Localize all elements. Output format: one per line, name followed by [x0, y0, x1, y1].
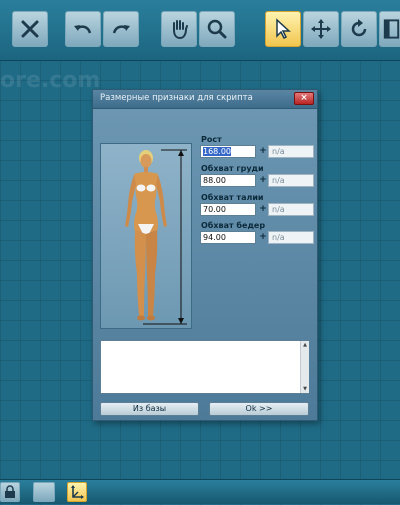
magnifier-icon	[207, 19, 227, 39]
toolbar-group-history	[65, 11, 139, 49]
from-database-button[interactable]: Из базы	[100, 402, 199, 416]
undo-button[interactable]	[65, 11, 101, 47]
panel-button[interactable]	[379, 11, 400, 47]
scroll-up-arrow-icon[interactable]: ▲	[301, 342, 309, 348]
chest-input[interactable]: 88.00	[200, 174, 256, 187]
toolbar-group-close	[12, 11, 48, 49]
pan-button[interactable]	[161, 11, 197, 47]
bottom-toolbar	[0, 479, 400, 504]
panel-icon	[383, 19, 400, 39]
axis-button[interactable]	[67, 482, 87, 502]
redo-icon	[112, 25, 130, 34]
lock-button[interactable]	[0, 482, 20, 502]
hips-na-field[interactable]: n/a	[268, 231, 314, 244]
arrow-select-icon	[276, 18, 291, 40]
hips-input[interactable]: 94.00	[200, 231, 256, 244]
dialog-titlebar[interactable]: Размерные признаки для скрипта ×	[93, 90, 317, 109]
axis-icon	[71, 485, 84, 499]
hips-plus[interactable]: +	[259, 232, 267, 242]
waist-na-field[interactable]: n/a	[268, 203, 314, 216]
chest-na-field[interactable]: n/a	[268, 174, 314, 187]
body-figure-panel	[100, 143, 192, 329]
female-figure-illustration	[125, 149, 187, 325]
hand-pan-icon	[173, 20, 188, 40]
waist-label: Обхват талии	[201, 193, 264, 202]
toolbar-group-transform	[265, 11, 400, 49]
chest-plus[interactable]: +	[259, 175, 267, 185]
select-button[interactable]	[265, 11, 301, 47]
zoom-button[interactable]	[199, 11, 235, 47]
lock-icon	[5, 485, 15, 498]
top-toolbar	[0, 0, 400, 61]
hips-label: Обхват бедер	[201, 221, 266, 230]
blank-button-1[interactable]	[33, 482, 55, 502]
move-cross-icon	[311, 19, 331, 39]
scroll-down-arrow-icon[interactable]: ▼	[301, 386, 309, 392]
close-x-icon	[21, 20, 39, 38]
measurements-dialog: Размерные признаки для скрипта × Рост 16…	[92, 89, 318, 421]
dialog-title: Размерные признаки для скрипта	[100, 93, 253, 103]
dialog-close-button[interactable]: ×	[294, 92, 314, 105]
undo-icon	[74, 25, 92, 34]
ok-button[interactable]: Ok >>	[209, 402, 309, 416]
height-input[interactable]: 168.00	[200, 145, 256, 158]
toolbar-group-view	[161, 11, 235, 49]
waist-plus[interactable]: +	[259, 204, 267, 214]
height-na-field[interactable]: n/a	[268, 145, 314, 158]
height-label: Рост	[201, 135, 222, 144]
rotate-icon	[351, 19, 367, 37]
redo-button[interactable]	[103, 11, 139, 47]
height-value: 168.00	[203, 147, 231, 156]
notes-textarea[interactable]	[100, 340, 309, 394]
notes-scrollbar[interactable]: ▲ ▼	[300, 341, 309, 393]
waist-input[interactable]: 70.00	[200, 203, 256, 216]
height-plus[interactable]: +	[259, 146, 267, 156]
close-tool-button[interactable]	[12, 11, 48, 47]
rotate-button[interactable]	[341, 11, 377, 47]
chest-label: Обхват груди	[201, 164, 264, 173]
move-button[interactable]	[303, 11, 339, 47]
